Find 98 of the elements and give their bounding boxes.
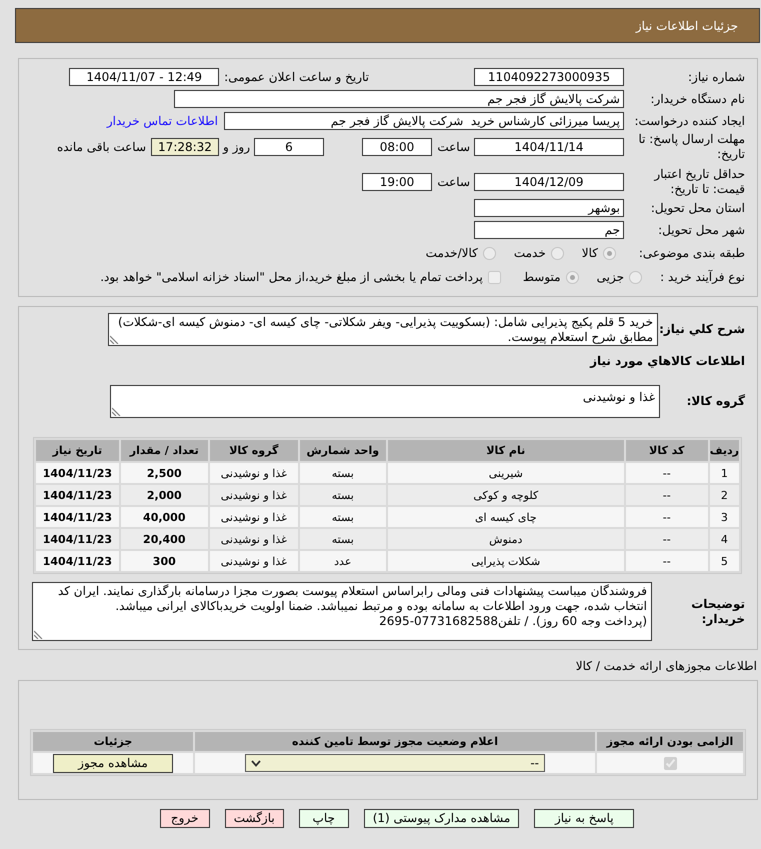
requester-label: ایجاد کننده درخواست: [633,114,746,128]
page-title: جزئیات اطلاعات نیاز [636,18,738,32]
section-title: اطلاعات كالاهاي مورد نياز [590,354,745,368]
table-cell: 2,000 [120,485,208,505]
table-cell: 3 [710,507,739,527]
table-cell: -- [626,507,708,527]
table-cell: غذا و نوشیدنی [210,463,298,483]
column-header: ردیف [710,440,739,461]
action-button[interactable]: مشاهده مدارک پیوستی (1) [364,809,520,828]
table-cell: غذا و نوشیدنی [210,551,298,571]
goods-group-label: گروه کالا: [686,394,746,409]
action-button[interactable]: چاپ [298,809,349,828]
days-label: روز و [223,140,250,154]
need-number-field[interactable]: 1104092273000935 [474,68,624,86]
view-license-button[interactable]: مشاهده مجوز [53,754,173,772]
column-header: تاریخ نیاز [36,440,119,461]
validity-date-field[interactable]: 1404/12/09 [474,173,624,191]
table-cell: عدد [300,551,386,571]
column-header: الزامی بودن ارائه مجوز [597,732,743,751]
table-cell: -- [626,551,708,571]
table-cell: شکلات پذیرایی [388,551,624,571]
table-cell: 20,400 [120,529,208,549]
column-header: کد کالا [626,440,708,461]
status-dropdown[interactable]: -- [245,754,545,772]
deadline-time-field[interactable]: 08:00 [362,138,432,156]
table-cell: غذا و نوشیدنی [210,529,298,549]
time-label: ساعت [436,175,470,189]
city-field[interactable]: جم [474,221,624,239]
buyer-notes-field[interactable]: فروشندگان میباست پیشنهادات فنی ومالی رابراساس استعلام پیوست بصورت مجزا درسامانه بارگذاری نمایند. ایران کد انتخاب شده، جهت ورود اطلاعات به سامانه بوده و مرتبط نمیباشد. ضمنا اولویت خریدباکالای ایرانی میباشد. (پرداخت وجه 60 روز). / تلفن07731682588-2695 [32,582,652,641]
table-cell: غذا و نوشیدنی [210,485,298,505]
table-cell: بسته [300,463,386,483]
table-cell: 1404/11/23 [36,463,119,483]
resize-grip-icon[interactable] [110,335,119,344]
time-label: ساعت [436,140,470,154]
description-field[interactable]: خرید 5 قلم پکیج پذیرایی شامل: (بسکوییت پذیرایی- ویفر شکلاتی- چای کیسه ای- دمنوش کیسه ای-شکلات) مطابق شرح استعلام پیوست. [108,313,658,346]
description-label: شرح كلي نياز: [658,322,746,337]
table-cell: بسته [300,529,386,549]
table-cell: 5 [710,551,739,571]
action-button[interactable]: پاسخ به نیاز [534,809,634,828]
goods-group-field[interactable]: غذا و نوشیدنی [110,385,660,418]
announce-date-field[interactable]: 1404/11/07 - 12:49 [69,68,220,86]
table-cell: 2,500 [120,463,208,483]
option-label: جزیی [596,270,624,284]
table-cell: -- [626,529,708,549]
table-cell: 1404/11/23 [36,485,119,505]
province-field[interactable]: بوشهر [474,199,624,217]
section-title: اطلاعات مجوزهای ارائه خدمت / کالا [574,658,758,674]
province-label: استان محل تحویل: [650,200,746,216]
table-cell: -- [626,463,708,483]
table-cell: 40,000 [120,507,208,527]
option-label: کالا/خدمت [426,246,478,260]
buyer-org-field[interactable]: شرکت پالایش گاز فجر جم [174,90,624,108]
announce-date-label: تاریخ و ساعت اعلان عمومی: [224,70,369,84]
column-header: نام کالا [388,440,624,461]
table-cell: بسته [300,485,386,505]
table-cell: شیرینی [388,463,624,483]
buyer-org-label: نام دستگاه خریدار: [650,92,746,106]
option-label: کالا [582,246,598,260]
process-label: نوع فرآیند خرید : [659,270,746,284]
table-cell: 2 [710,485,739,505]
city-label: شهر محل تحویل: [657,222,746,238]
table-cell: چای کیسه ای [388,507,624,527]
option-label: متوسط [522,270,561,284]
resize-grip-icon[interactable] [112,407,121,416]
need-number-label: شماره نیاز: [687,70,746,84]
resize-grip-icon[interactable] [34,630,43,639]
exit-button[interactable]: خروج [160,809,210,828]
days-field[interactable]: 6 [254,138,324,156]
column-header: گروه کالا [210,440,298,461]
remaining-time-field[interactable]: 17:28:32 [151,138,219,156]
chevron-down-icon [251,760,261,766]
table-cell: -- [626,485,708,505]
table-cell: 1404/11/23 [36,507,119,527]
validity-time-field[interactable]: 19:00 [362,173,432,191]
column-header: اعلام وضعیت مجوز توسط تامین کننده [195,732,595,751]
requester-field[interactable]: پریسا میرزائی کارشناس خرید شرکت پالایش گاز فجر جم [224,112,624,130]
deadline-date-field[interactable]: 1404/11/14 [474,138,624,156]
table-cell: بسته [300,507,386,527]
category-label: طبقه بندی موضوعی: [638,246,746,260]
remaining-time-label: ساعت باقی مانده [56,140,146,154]
column-header: تعداد / مقدار [120,440,208,461]
table-cell: کلوچه و کوکی [388,485,624,505]
table-cell: 1404/11/23 [36,529,119,549]
column-header: واحد شمارش [300,440,386,461]
buyer-notes-label: توضیحات خریدار: [690,596,746,626]
table-cell: 1 [710,463,739,483]
table-cell: 1404/11/23 [36,551,119,571]
deadline-label: مهلت ارسال پاسخ: تا تاریخ: [637,132,746,162]
exit-button[interactable]: بازگشت [224,809,284,828]
checkbox-label: پرداخت تمام یا بخشی از مبلغ خرید،از محل "اسناد خزانه اسلامی" خواهد بود. [100,270,483,284]
validity-label: حداقل تاریخ اعتبار قیمت: تا تاریخ: [652,167,746,197]
table-cell: 4 [710,529,739,549]
contact-link[interactable]: اطلاعات تماس خریدار [106,114,218,128]
column-header: جزئیات [33,732,193,751]
option-label: خدمت [514,246,546,260]
table-cell: دمنوش [388,529,624,549]
table-cell: 300 [120,551,208,571]
table-cell: غذا و نوشیدنی [210,507,298,527]
